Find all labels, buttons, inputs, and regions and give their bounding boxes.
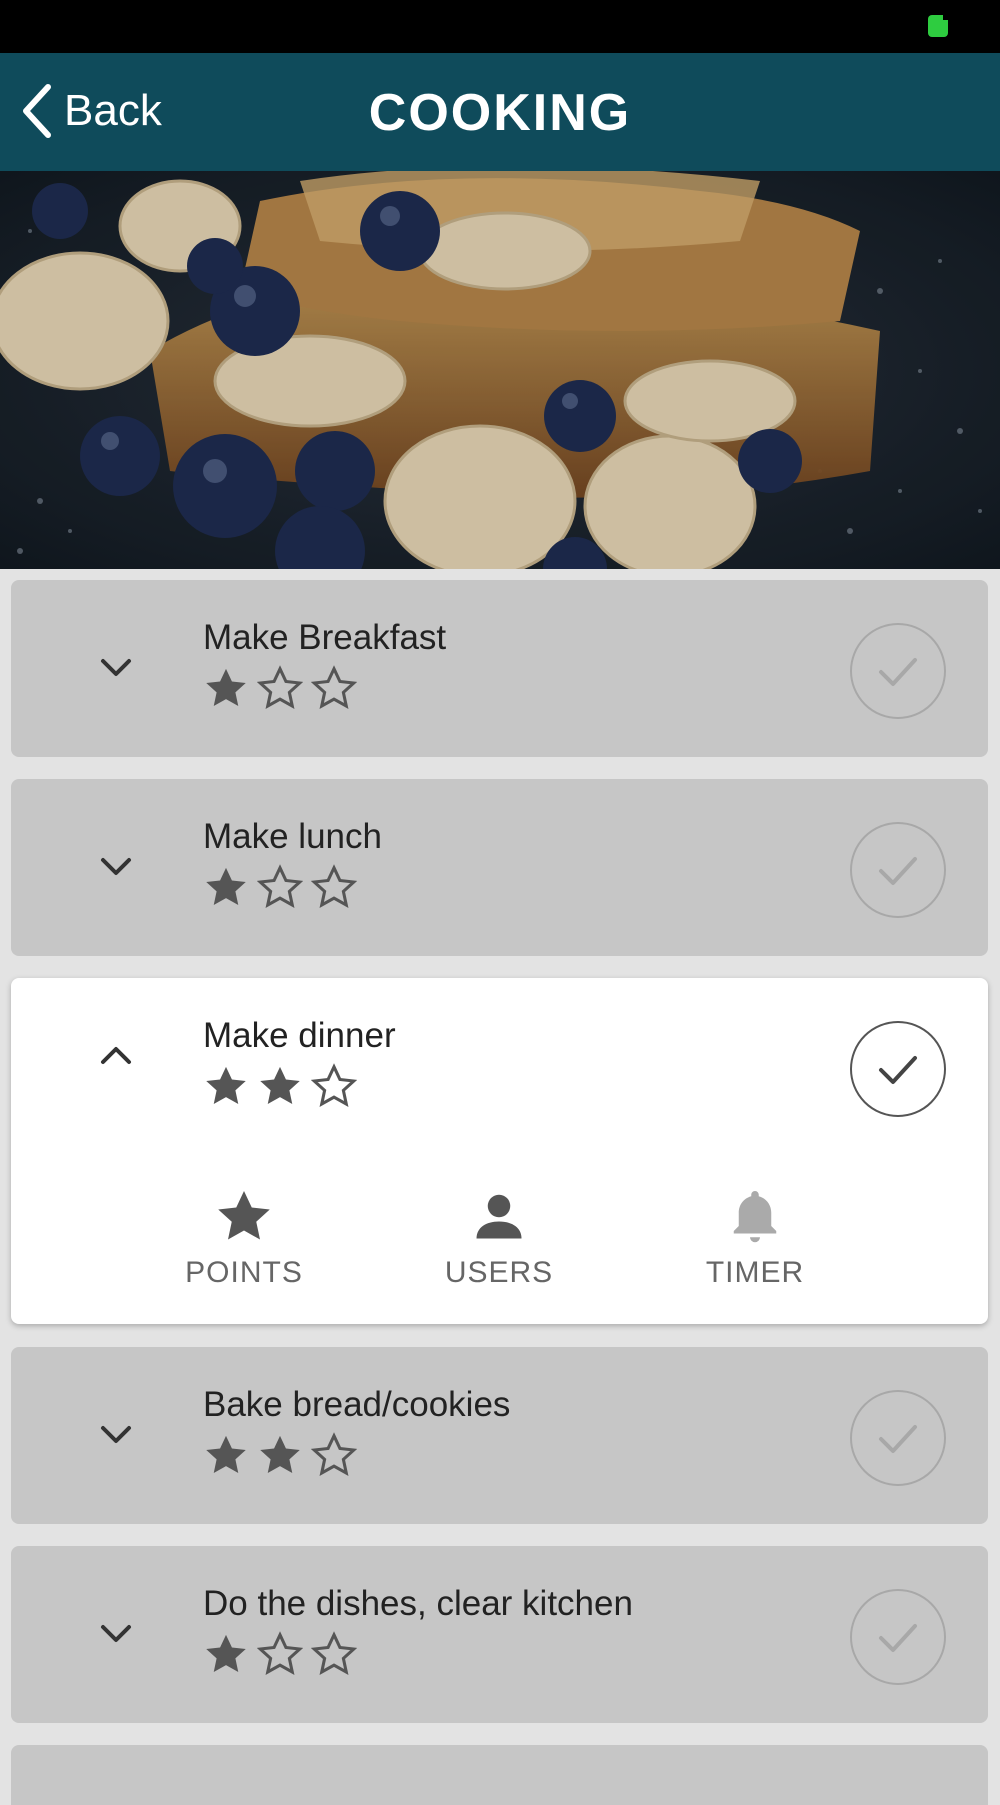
chevron-down-icon: [101, 1426, 131, 1443]
battery-icon: [928, 14, 949, 37]
star-outline-icon: [257, 665, 303, 710]
star-filled-icon: [206, 1435, 246, 1474]
back-label: Back: [64, 86, 162, 135]
star-filled-icon: [260, 1435, 300, 1474]
task-title: Make dinner: [203, 1016, 396, 1055]
check-icon: [879, 1056, 917, 1084]
expand-button[interactable]: [91, 842, 141, 892]
points-label: POINTS: [185, 1256, 303, 1289]
star-outline-icon: [311, 665, 357, 710]
task-card[interactable]: Make Breakfast: [11, 580, 988, 757]
task-title: Make Breakfast: [203, 618, 447, 657]
nav-bar: COOKING Back: [0, 53, 1000, 171]
user-icon: [476, 1194, 522, 1239]
star-outline-icon: [311, 864, 357, 909]
star-outline-icon: [257, 1631, 303, 1676]
check-icon: [879, 857, 917, 885]
complete-button[interactable]: [850, 1589, 946, 1685]
task-title: Do the dishes, clear kitchen: [203, 1584, 633, 1623]
star-outline-icon: [311, 1432, 357, 1477]
task-title: Make lunch: [203, 817, 382, 856]
task-points: [203, 665, 357, 711]
complete-button[interactable]: [850, 1021, 946, 1117]
hero-photo: [0, 171, 1000, 569]
complete-button[interactable]: [850, 623, 946, 719]
star-filled-icon: [206, 867, 246, 906]
chevron-down-icon: [101, 659, 131, 676]
star-filled-icon: [206, 1634, 246, 1673]
chevron-left-icon: [23, 84, 51, 138]
star-icon: [218, 1191, 270, 1240]
hero-image: [0, 171, 1000, 569]
users-label: USERS: [444, 1256, 554, 1289]
star-filled-icon: [206, 668, 246, 707]
check-icon: [879, 658, 917, 686]
bell-icon: [733, 1191, 777, 1243]
timer-label: TIMER: [705, 1256, 805, 1289]
task-points: [203, 1432, 357, 1478]
task-card[interactable]: Make lunch: [11, 779, 988, 956]
star-outline-icon: [311, 1631, 357, 1676]
users-action[interactable]: USERS: [399, 1186, 599, 1290]
chevron-down-icon: [101, 1625, 131, 1642]
task-title: Bake bread/cookies: [203, 1385, 511, 1424]
check-icon: [879, 1425, 917, 1453]
back-button[interactable]: Back: [18, 81, 188, 141]
task-points: [203, 1631, 357, 1677]
star-outline-icon: [311, 1063, 357, 1108]
star-outline-icon: [257, 864, 303, 909]
task-card[interactable]: Do the dishes, clear kitchen: [11, 1546, 988, 1723]
complete-button[interactable]: [850, 822, 946, 918]
points-action[interactable]: POINTS: [144, 1186, 344, 1290]
check-icon: [879, 1624, 917, 1652]
collapse-button[interactable]: [91, 1030, 141, 1080]
task-card-expanded[interactable]: Make dinner POINTS USERS TIMER: [11, 978, 988, 1324]
expand-button[interactable]: [91, 1410, 141, 1460]
chevron-down-icon: [101, 858, 131, 875]
chevron-up-icon: [101, 1047, 131, 1064]
star-filled-icon: [206, 1066, 246, 1105]
expand-button[interactable]: [91, 1609, 141, 1659]
task-points: [203, 1063, 357, 1109]
timer-action[interactable]: TIMER: [655, 1186, 855, 1290]
complete-button[interactable]: [850, 1390, 946, 1486]
task-card-partial[interactable]: [11, 1745, 988, 1805]
expand-button[interactable]: [91, 643, 141, 693]
star-filled-icon: [260, 1066, 300, 1105]
task-points: [203, 864, 357, 910]
status-bar: [0, 0, 1000, 53]
task-card[interactable]: Bake bread/cookies: [11, 1347, 988, 1524]
